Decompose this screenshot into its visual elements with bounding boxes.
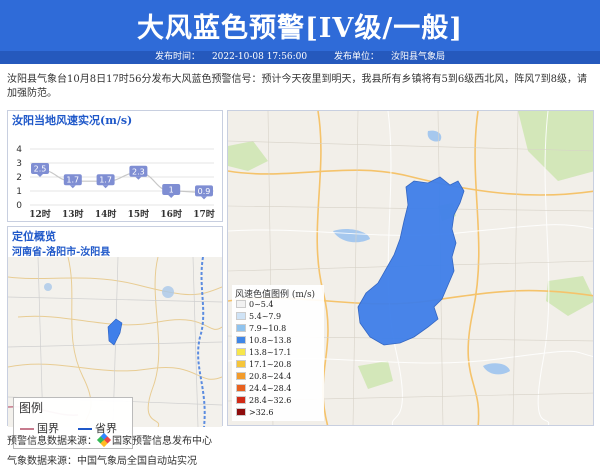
release-time-label: 发布时间：: [154, 52, 200, 62]
location-panel-subtitle: 河南省-洛阳市-汝阳县: [12, 247, 111, 258]
scale-label: 20.8~24.4: [249, 372, 292, 381]
data-label: 2.5: [34, 165, 47, 174]
scale-label: 7.9~10.8: [249, 324, 287, 333]
x-tick-label: 15时: [128, 208, 150, 220]
warning-meta: 发布时间： 2022-10-08 17:56:00 发布单位： 汝阳县气象局: [0, 51, 600, 64]
weather-source-label: 气象数据来源：: [7, 456, 77, 467]
scale-label: 5.4~7.9: [249, 312, 282, 321]
scale-label: 24.4~28.4: [249, 384, 292, 393]
x-tick-label: 16时: [160, 208, 182, 220]
scale-swatch-icon: [236, 336, 246, 344]
data-label: 1.7: [66, 176, 79, 185]
data-label-pointer: [69, 185, 76, 189]
scale-row-8: 24.4~28.4: [236, 383, 291, 394]
release-time: 发布时间： 2022-10-08 17:56:00: [149, 52, 313, 62]
weather-source-value: 中国气象局全国自动站实况: [77, 456, 197, 467]
x-tick-label: 13时: [62, 208, 84, 220]
scale-label: 10.8~13.8: [249, 336, 292, 345]
y-tick-label: 2: [16, 173, 22, 183]
scale-swatch-icon: [236, 408, 246, 416]
scale-swatch-icon: [236, 396, 246, 404]
x-tick-label: 12时: [29, 208, 51, 220]
release-unit: 发布单位： 汝阳县气象局: [328, 52, 451, 62]
scale-row-7: 20.8~24.4: [236, 371, 291, 382]
data-label: 2.3: [132, 167, 145, 176]
wind-speed-color-scale: 风速色值图例 (m/s) 0~5.4 5.4~7.9 7.9~10.8 10.8…: [232, 285, 324, 421]
scale-swatch-icon: [236, 384, 246, 392]
scale-row-10: >32.6: [236, 407, 274, 418]
overview-legend-title: 图例: [19, 401, 44, 415]
y-tick-label: 3: [16, 159, 22, 169]
data-label-pointer: [201, 196, 207, 200]
scale-label: >32.6: [249, 408, 274, 417]
scale-label: 13.8~17.1: [249, 348, 292, 357]
scale-swatch-icon: [236, 300, 246, 308]
y-tick-label: 4: [16, 145, 22, 155]
release-unit-label: 发布单位：: [334, 52, 380, 62]
x-tick-label: 17时: [193, 208, 215, 220]
scale-swatch-icon: [236, 360, 246, 368]
data-label: 0.9: [198, 187, 211, 196]
data-label-pointer: [168, 195, 175, 198]
wind-speed-panel: 汝阳当地风速实况(m/s) 0 1 2 3 4 2.5 12时 1.7 13时 1.7 14时 2.3…: [7, 110, 223, 222]
y-tick-label: 1: [16, 187, 22, 197]
scale-row-6: 17.1~20.8: [236, 359, 291, 370]
scale-row-5: 13.8~17.1: [236, 347, 291, 358]
scale-row-2: 5.4~7.9: [236, 311, 281, 322]
wind-speed-chart: 0 1 2 3 4 2.5 12时 1.7 13时 1.7 14时 2.3 15时 1 16时 0.9 17时: [16, 145, 215, 220]
scale-swatch-icon: [236, 372, 246, 380]
warning-description: 汝阳县气象台10月8日17时56分发布大风蓝色预警信号：预计今天夜里到明天，我县…: [7, 74, 587, 99]
data-label: 1.7: [99, 176, 112, 185]
warning-title: 大风蓝色预警[IV级/一般]: [137, 13, 463, 44]
scale-label: 17.1~20.8: [249, 360, 292, 369]
scale-row-3: 7.9~10.8: [236, 323, 286, 334]
scale-row-1: 0~5.4: [236, 299, 274, 310]
scale-swatch-icon: [236, 348, 246, 356]
scale-row-4: 10.8~13.8: [236, 335, 291, 346]
nmc-logo-icon: [96, 432, 112, 448]
data-label: 1: [169, 186, 174, 195]
scale-row-9: 28.4~32.6: [236, 395, 291, 406]
warning-source-label: 预警信息数据来源：: [7, 436, 97, 447]
location-panel-title: 定位概览: [12, 230, 56, 243]
province-border-line-icon: [78, 428, 92, 431]
y-tick-label: 0: [16, 201, 22, 211]
scale-label: 0~5.4: [249, 300, 274, 309]
scale-swatch-icon: [236, 312, 246, 320]
data-label-pointer: [102, 185, 109, 189]
release-time-value: 2022-10-08 17:56:00: [211, 52, 308, 62]
release-unit-value: 汝阳县气象局: [391, 52, 446, 62]
warning-source-value: 国家预警信息发布中心: [112, 436, 212, 447]
weather-source-line: 气象数据来源：中国气象局全国自动站实况: [7, 452, 197, 467]
national-border-line-icon: [20, 428, 34, 431]
scale-swatch-icon: [236, 324, 246, 332]
warning-area-map[interactable]: 风速色值图例 (m/s) 0~5.4 5.4~7.9 7.9~10.8 10.8…: [227, 110, 594, 426]
scale-label: 28.4~32.6: [249, 396, 292, 405]
data-label-pointer: [135, 176, 142, 180]
warning-header: 大风蓝色预警[IV级/一般] 发布时间： 2022-10-08 17:56:00 …: [0, 0, 600, 64]
warning-source-line: 预警信息数据来源： 国家预警信息发布中心: [7, 432, 212, 448]
location-overview-panel: 定位概览 河南省-洛阳市-汝阳县 图例 国界 省界: [7, 226, 223, 449]
x-tick-label: 14时: [95, 208, 117, 220]
